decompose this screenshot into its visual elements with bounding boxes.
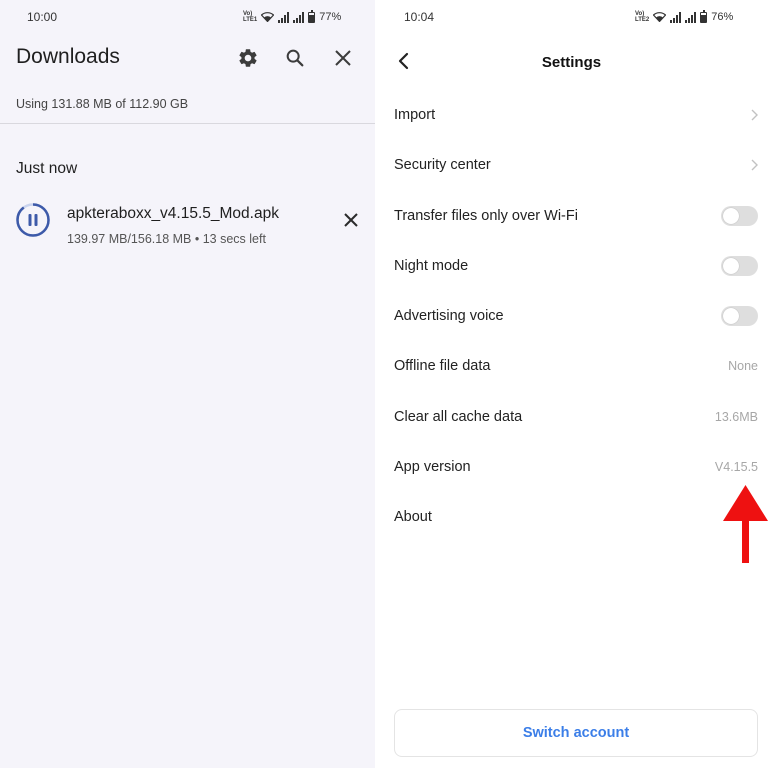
status-time: 10:00	[27, 10, 58, 24]
settings-row-security-center[interactable]: Security center	[375, 140, 768, 190]
download-progress-text: 139.97 MB/156.18 MB • 13 secs left	[67, 232, 266, 246]
volte-icon: Vo) LTE1	[243, 11, 258, 23]
status-icons: Vo) LTE2 76%	[635, 9, 734, 24]
settings-screen: 10:04 Vo) LTE2 76% Settings Import Securi…	[375, 0, 768, 768]
row-label: Offline file data	[394, 358, 491, 374]
signal-icon	[278, 11, 290, 23]
page-title: Settings	[541, 54, 602, 71]
divider	[0, 123, 375, 124]
page-title: Downloads	[16, 45, 120, 68]
wifi-icon	[653, 12, 667, 22]
status-time: 10:04	[404, 10, 435, 24]
switch-account-button[interactable]: Switch account	[394, 709, 758, 757]
settings-row-app-version[interactable]: App version V4.15.5	[375, 442, 768, 492]
battery-icon	[308, 9, 316, 23]
row-label: App version	[394, 459, 471, 475]
volte-icon: Vo) LTE2	[635, 11, 650, 23]
storage-usage: Using 131.88 MB of 112.90 GB	[16, 97, 189, 111]
settings-row-night-mode: Night mode	[375, 241, 768, 291]
night-mode-toggle[interactable]	[721, 256, 758, 276]
section-header: Just now	[16, 160, 78, 177]
row-label: Transfer files only over Wi-Fi	[394, 208, 578, 224]
red-up-arrow-icon	[723, 485, 768, 563]
chevron-right-icon	[751, 109, 758, 121]
row-label: Advertising voice	[394, 308, 504, 324]
row-value: 13.6MB	[714, 410, 758, 424]
signal-icon-2	[293, 11, 305, 23]
close-icon[interactable]	[330, 45, 356, 71]
status-icons: Vo) LTE1 77%	[243, 9, 342, 24]
toggle-knob	[723, 208, 739, 224]
wifi-icon	[261, 12, 275, 22]
battery-icon	[700, 9, 708, 23]
gear-icon[interactable]	[235, 45, 261, 71]
battery-percent: 77%	[319, 11, 342, 23]
row-label: Night mode	[394, 258, 469, 274]
settings-row-clear-cache[interactable]: Clear all cache data 13.6MB	[375, 392, 768, 442]
row-label: About	[394, 509, 432, 525]
signal-icon	[670, 11, 682, 23]
pause-icon[interactable]	[16, 203, 50, 237]
row-label: Clear all cache data	[394, 409, 523, 425]
toggle-knob	[723, 308, 739, 324]
settings-row-wifi-only: Transfer files only over Wi-Fi	[375, 191, 768, 241]
signal-icon-2	[685, 11, 697, 23]
battery-percent: 76%	[711, 11, 734, 23]
search-icon[interactable]	[282, 45, 308, 71]
settings-row-about[interactable]: About	[375, 492, 768, 542]
settings-row-import[interactable]: Import	[375, 90, 768, 140]
download-filename[interactable]: apkteraboxx_v4.15.5_Mod.apk	[67, 205, 279, 223]
downloads-screen: 10:00 Vo) LTE1 77% Downloads Using 131.88…	[0, 0, 375, 768]
row-value: None	[728, 359, 758, 373]
chevron-right-icon	[751, 159, 758, 171]
cancel-download-icon[interactable]	[340, 209, 362, 231]
row-value: V4.15.5	[714, 460, 758, 474]
row-label: Import	[394, 107, 436, 123]
toggle-knob	[723, 258, 739, 274]
settings-row-advertising-voice: Advertising voice	[375, 291, 768, 341]
row-label: Security center	[394, 157, 491, 173]
settings-row-offline-data[interactable]: Offline file data None	[375, 341, 768, 391]
wifi-only-toggle[interactable]	[721, 206, 758, 226]
advertising-voice-toggle[interactable]	[721, 306, 758, 326]
